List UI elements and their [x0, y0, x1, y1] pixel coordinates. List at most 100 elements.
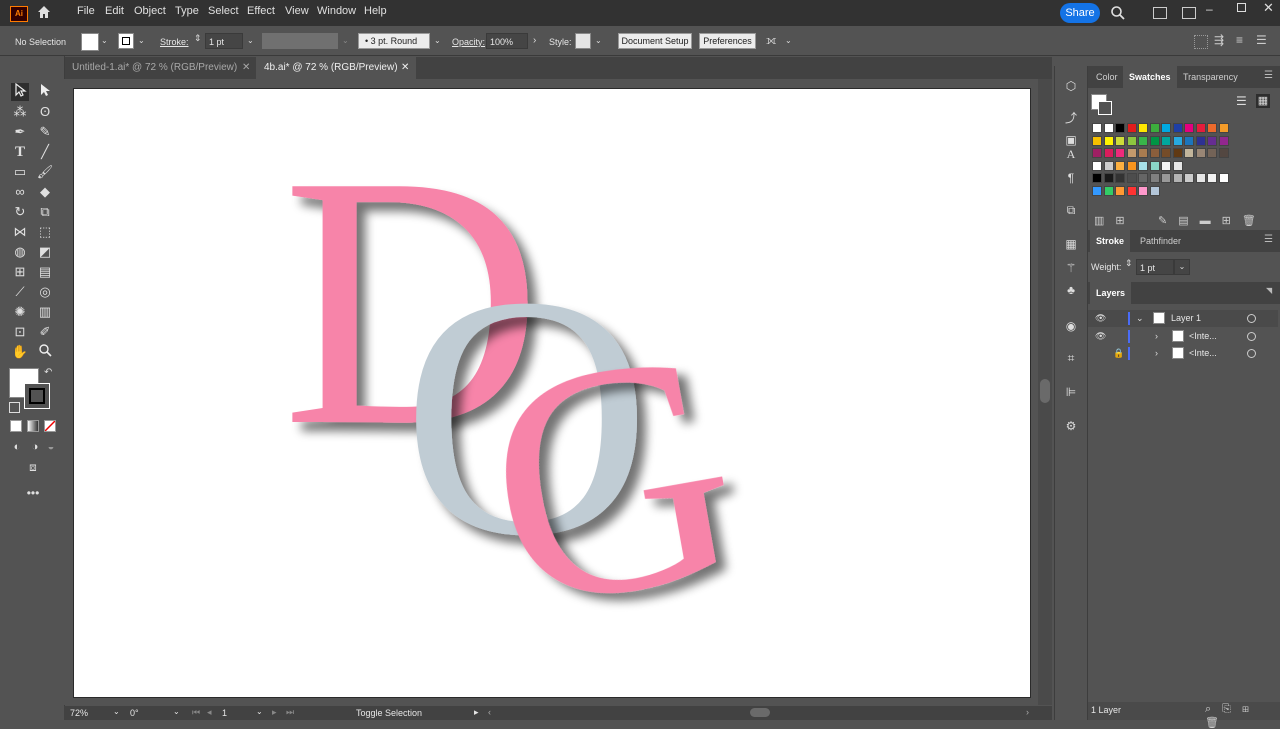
swatch[interactable]	[1161, 135, 1171, 146]
align-panel-icon[interactable]: ⊫	[1063, 384, 1079, 400]
swatch[interactable]	[1103, 160, 1114, 171]
tab-swatches[interactable]: Swatches	[1123, 66, 1177, 88]
swatch-libraries-icon[interactable]: ▥	[1094, 215, 1115, 227]
close-icon[interactable]: ✕	[1263, 0, 1274, 16]
chevron-right-icon[interactable]: ›	[1155, 328, 1158, 345]
panel-menu-icon[interactable]: ☰	[1264, 70, 1273, 81]
chevron-down-icon[interactable]: ⌄	[101, 36, 108, 45]
search-icon[interactable]: ⌕	[1205, 703, 1222, 715]
arrange-documents-icon[interactable]	[1153, 7, 1167, 19]
zoom-tool-icon[interactable]	[36, 343, 54, 361]
swatch[interactable]	[1115, 160, 1125, 171]
paintbrush-tool-icon[interactable]: 🖌	[36, 163, 54, 181]
swatch[interactable]	[1161, 148, 1171, 158]
swatch[interactable]	[1103, 135, 1114, 146]
menu-object[interactable]: Object	[134, 5, 166, 17]
menu-view[interactable]: View	[285, 5, 309, 17]
delete-layer-icon[interactable]: 🗑	[1205, 717, 1230, 729]
menu-window[interactable]: Window	[317, 5, 356, 17]
3d-panel-icon[interactable]: ⬡	[1063, 78, 1079, 94]
type-tool-icon[interactable]: T	[11, 143, 29, 161]
slice-tool-icon[interactable]: ✐	[36, 323, 54, 341]
tab-untitled-1[interactable]: Untitled-1.ai* @ 72 % (RGB/Preview) ✕	[64, 57, 256, 79]
chevron-down-icon[interactable]: ⌄	[342, 36, 349, 45]
swatch[interactable]	[1184, 135, 1194, 146]
first-artboard-icon[interactable]: ⏮	[192, 707, 200, 718]
stroke-weight-field[interactable]: 1 pt	[205, 33, 243, 49]
variable-width-profile[interactable]	[262, 33, 338, 49]
swatch[interactable]	[1092, 185, 1102, 196]
draw-mode-icon[interactable]: ◐	[8, 438, 26, 456]
symbol-sprayer-tool-icon[interactable]: ✺	[11, 303, 29, 321]
scroll-right-icon[interactable]: ›	[1026, 707, 1029, 717]
status-mode[interactable]: Toggle Selection	[356, 708, 422, 718]
swatch[interactable]	[1149, 173, 1160, 183]
swatch[interactable]	[1092, 173, 1102, 183]
swatch[interactable]	[1161, 123, 1171, 133]
swatch[interactable]	[1207, 123, 1217, 133]
swatch[interactable]	[1161, 160, 1171, 171]
swatch[interactable]	[1138, 173, 1148, 183]
export-panel-icon[interactable]: ⤴	[1063, 110, 1079, 126]
swatch[interactable]	[1218, 148, 1229, 158]
symbols-panel-icon[interactable]: ♣	[1063, 282, 1079, 298]
tab-stroke[interactable]: Stroke	[1090, 230, 1131, 252]
grid-view-icon[interactable]: ▦	[1256, 94, 1270, 108]
character-panel-icon[interactable]: A	[1063, 146, 1079, 162]
chevron-right-icon[interactable]: ›	[533, 35, 536, 46]
rotate-tool-icon[interactable]: ↻	[11, 203, 29, 221]
swatch[interactable]	[1138, 123, 1148, 133]
swatch[interactable]	[1115, 173, 1125, 183]
swatch[interactable]	[1115, 135, 1125, 146]
tab-pathfinder[interactable]: Pathfinder	[1134, 230, 1187, 252]
list-view-icon[interactable]: ☰	[1236, 94, 1247, 108]
artboard[interactable]: D O G	[73, 88, 1031, 698]
workspace-icon[interactable]	[1182, 7, 1196, 19]
menu-edit[interactable]: Edit	[105, 5, 124, 17]
pen-tool-icon[interactable]: ✒	[11, 123, 29, 141]
maximize-icon[interactable]	[1237, 3, 1246, 12]
swatch[interactable]	[1207, 148, 1217, 158]
live-paint-tool-icon[interactable]: ◩	[36, 243, 54, 261]
swatch[interactable]	[1126, 185, 1137, 196]
target-icon[interactable]	[1247, 332, 1256, 341]
visibility-eye-icon[interactable]: 👁	[1095, 328, 1106, 345]
swatch[interactable]	[1138, 160, 1148, 171]
swatch[interactable]	[1172, 135, 1183, 146]
close-tab-icon[interactable]: ✕	[242, 57, 250, 79]
tab-layers[interactable]: Layers	[1090, 282, 1132, 304]
swatch[interactable]	[1126, 123, 1137, 133]
swatch[interactable]	[1126, 160, 1137, 171]
control-menu-icon[interactable]: ☰	[1256, 33, 1267, 47]
blend-tool-icon[interactable]: ◎	[36, 283, 54, 301]
swatch[interactable]	[1218, 173, 1229, 183]
appearance-panel-icon[interactable]: ◉	[1063, 318, 1079, 334]
close-tab-icon[interactable]: ✕	[401, 57, 409, 79]
direct-selection-tool-icon[interactable]	[36, 83, 54, 101]
tab-transparency[interactable]: Transparency	[1177, 66, 1244, 88]
swatch[interactable]	[1195, 135, 1206, 146]
none-mode-icon[interactable]	[44, 420, 56, 432]
chevron-down-icon[interactable]: ⌄	[256, 707, 263, 716]
line-tool-icon[interactable]: ╱	[36, 143, 54, 161]
width-tool-icon[interactable]: ⋈	[11, 223, 29, 241]
document-setup-button[interactable]: Document Setup	[618, 33, 692, 49]
graph-tool-icon[interactable]: ▥	[36, 303, 54, 321]
stroke-color-icon[interactable]	[1098, 101, 1112, 115]
menu-select[interactable]: Select	[208, 5, 239, 17]
menu-file[interactable]: File	[77, 5, 95, 17]
chevron-down-icon[interactable]: ⌄	[1174, 259, 1190, 275]
layer-name[interactable]: Layer 1	[1171, 310, 1201, 327]
color-mode-icon[interactable]	[10, 420, 22, 432]
swatch[interactable]	[1103, 123, 1114, 133]
transform-icon[interactable]: ⇶	[1214, 33, 1224, 47]
new-swatch-icon[interactable]: ⊞	[1222, 215, 1242, 227]
delete-swatch-icon[interactable]: 🗑	[1242, 215, 1267, 227]
swatch[interactable]	[1195, 173, 1206, 183]
new-folder-icon[interactable]: ▬	[1200, 215, 1222, 227]
style-swatch[interactable]	[575, 33, 591, 49]
menu-help[interactable]: Help	[364, 5, 387, 17]
swatch[interactable]	[1184, 123, 1194, 133]
properties-panel-icon[interactable]: ⚙	[1063, 418, 1079, 434]
opacity-label[interactable]: Opacity:	[452, 37, 485, 47]
